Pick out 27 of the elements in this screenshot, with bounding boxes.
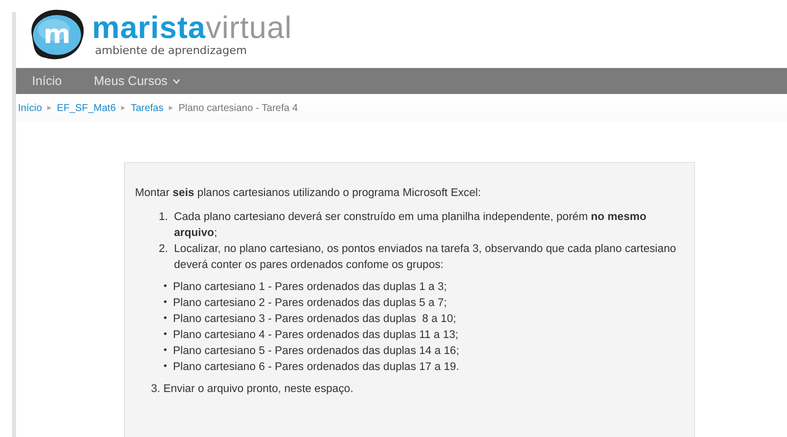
brand-name: maristavirtual (92, 12, 292, 44)
step-text: Localizar, no plano cartesiano, os pontos enviados na tarefa 3, observando que cada plano cartesiano deverá conter os pares ordenados confome os grupos: (174, 242, 678, 273)
bullet-text: Plano cartesiano 6 - Pares ordenados das duplas 17 a 19. (173, 360, 460, 375)
bullet-mark: • (162, 344, 168, 358)
bullet-mark: • (162, 296, 168, 310)
list-number: 2. (158, 242, 169, 257)
list-number: 1. (158, 210, 169, 225)
breadcrumb-link[interactable]: EF_SF_Mat6 (56, 102, 116, 114)
bullet-mark: • (162, 312, 168, 326)
nav-link[interactable]: Início (32, 74, 62, 88)
breadcrumb-link[interactable]: Tarefas (130, 102, 164, 114)
bullet-mark: • (162, 280, 168, 294)
nav-link[interactable]: Meus Cursos (94, 74, 180, 88)
bullet-text: Plano cartesiano 5 - Pares ordenados das duplas 14 a 16; (173, 344, 460, 359)
bullet-text: Plano cartesiano 4 - Pares ordenados das duplas 11 a 13; (173, 328, 458, 343)
bullet-mark: • (162, 328, 168, 342)
breadcrumb-link[interactable]: Início (18, 102, 42, 114)
intro-text: Montar seis planos cartesianos utilizando o programa Microsoft Excel: (135, 186, 482, 201)
bullet-text: Plano cartesiano 3 - Pares ordenados das duplas 8 a 10; (173, 312, 456, 327)
step-text: 3. Enviar o arquivo pronto, neste espaço. (150, 382, 354, 397)
brand-tagline: ambiente de aprendizagem (95, 44, 248, 56)
caret-icon (172, 78, 180, 84)
bullet-text: Plano cartesiano 2 - Pares ordenados das duplas 5 a 7; (173, 296, 447, 311)
bullet-mark: • (162, 360, 168, 374)
breadcrumb-current: Plano cartesiano - Tarefa 4 (178, 102, 298, 114)
step-text: Cada plano cartesiano deverá ser construído em uma planilha independente, porém no mesmo arquivo; (174, 210, 648, 241)
bullet-text: Plano cartesiano 1 - Pares ordenados das duplas 1 a 3; (173, 280, 447, 295)
